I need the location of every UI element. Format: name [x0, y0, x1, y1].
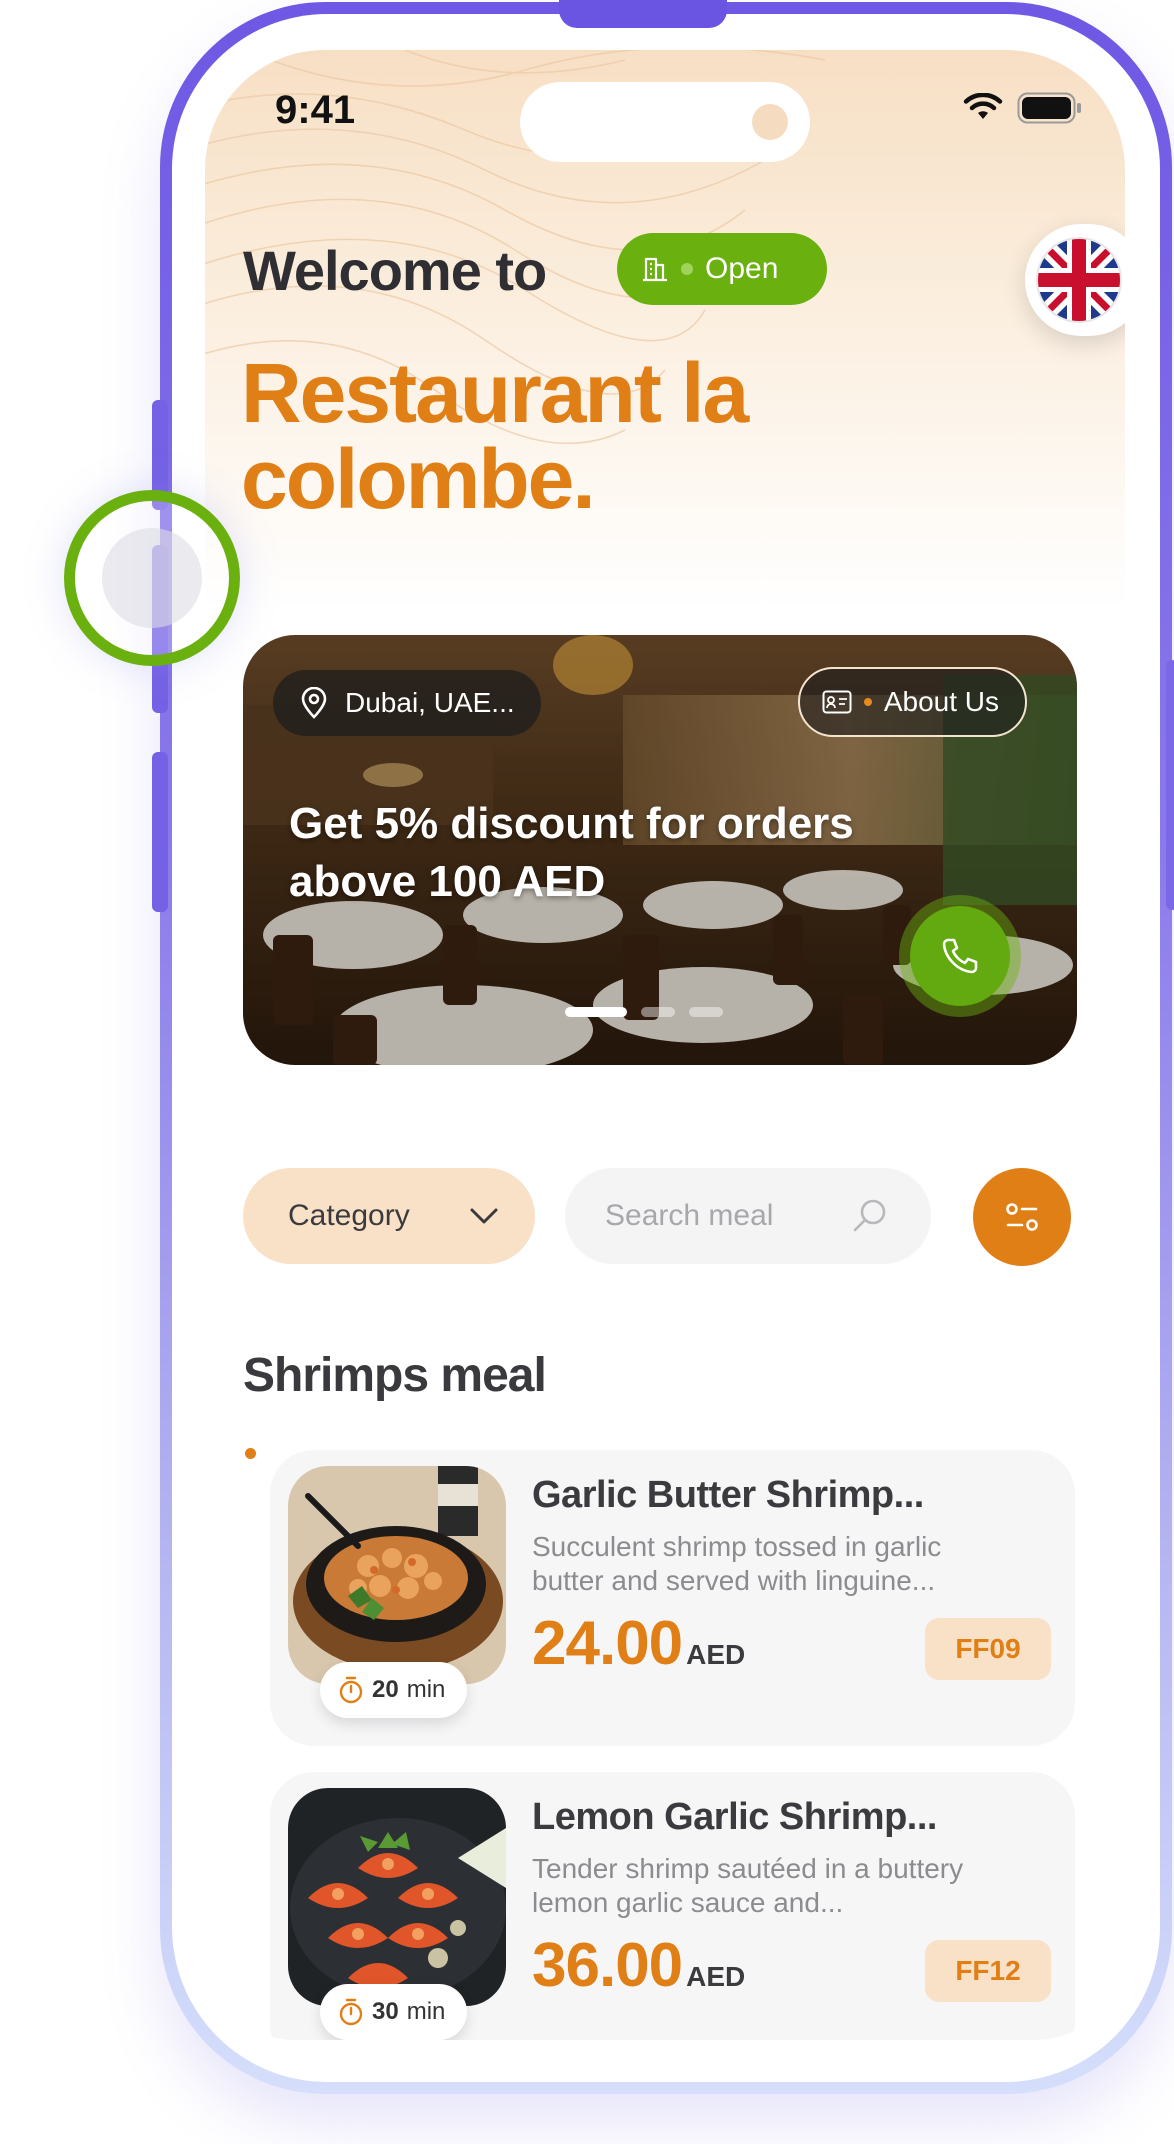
side-button-power	[1166, 660, 1174, 910]
prep-time-pill: 20 min	[320, 1662, 468, 1718]
touch-indicator	[64, 490, 240, 666]
about-us-label: About Us	[883, 686, 999, 717]
language-switcher[interactable]	[1025, 224, 1125, 336]
section-indicator-dot	[245, 1448, 256, 1459]
open-status-badge: Open	[617, 233, 827, 305]
price-currency: AED	[686, 1961, 746, 1992]
prep-time-unit: min	[406, 1998, 446, 2025]
price-amount: 24.00	[532, 1609, 683, 1678]
status-icons	[963, 92, 1083, 124]
status-time: 9:41	[275, 88, 356, 132]
prep-time-unit: min	[406, 1676, 446, 1703]
prep-time-pill: 30 min	[320, 1984, 468, 2040]
timer-icon	[339, 1676, 363, 1704]
meal-photo	[288, 1788, 506, 2006]
meal-description: Tender shrimp sautéed in a buttery lemon…	[532, 1853, 964, 1918]
shrimp-dish-image	[288, 1466, 506, 1684]
location-pill[interactable]: Dubai, UAE...	[273, 670, 541, 736]
search-icon[interactable]	[851, 1197, 889, 1235]
meal-card[interactable]: 30 min Lemon Garlic Shrimp... Tender shr…	[270, 1772, 1075, 2040]
category-dropdown[interactable]: Category	[243, 1168, 535, 1264]
meal-code-badge: FF12	[925, 1940, 1051, 2002]
meal-name: Garlic Butter Shrimp...	[532, 1474, 924, 1516]
side-button-volume-down	[152, 752, 168, 912]
chevron-down-icon	[470, 1208, 498, 1224]
building-icon	[643, 257, 667, 282]
section-title: Shrimps meal	[243, 1349, 547, 1402]
open-dot	[681, 263, 693, 275]
welcome-text: Welcome to	[243, 239, 547, 302]
prep-time-value: 30	[372, 1998, 399, 2025]
price-currency: AED	[686, 1639, 746, 1670]
camera-dot	[752, 104, 788, 140]
meal-photo	[288, 1466, 506, 1684]
frame-top-notch	[559, 0, 727, 28]
dynamic-island	[520, 82, 810, 162]
prep-time-value: 20	[372, 1676, 399, 1703]
call-button-inner	[910, 906, 1010, 1006]
search-box[interactable]	[565, 1168, 931, 1264]
call-button[interactable]	[899, 895, 1021, 1017]
meal-price: 36.00 AED	[532, 1930, 745, 2001]
battery-icon	[1017, 92, 1081, 124]
promo-banner[interactable]: Dubai, UAE... About Us Get 5% discount f…	[243, 635, 1077, 1065]
timer-icon	[339, 1998, 363, 2026]
about-us-button[interactable]: About Us	[797, 667, 1027, 737]
uk-flag-icon	[1036, 237, 1122, 323]
carousel-dot-active[interactable]	[565, 1007, 627, 1017]
wifi-icon	[963, 93, 1003, 119]
price-amount: 36.00	[532, 1931, 683, 2000]
about-dot	[863, 698, 872, 706]
meal-description: Succulent shrimp tossed in garlic butter…	[532, 1531, 942, 1596]
filter-icon	[1006, 1203, 1038, 1231]
carousel-dot[interactable]	[641, 1007, 675, 1017]
category-label: Category	[288, 1199, 410, 1232]
id-card-icon	[822, 690, 852, 714]
open-status-label: Open	[705, 252, 779, 285]
location-label: Dubai, UAE...	[345, 687, 515, 718]
promo-text: Get 5% discount for orders above 100 AED	[289, 799, 854, 906]
meal-price: 24.00 AED	[532, 1608, 745, 1679]
meal-code-badge: FF09	[925, 1618, 1051, 1680]
location-pin-icon	[301, 687, 327, 719]
shrimp-dish-image	[288, 1788, 506, 2006]
meal-name: Lemon Garlic Shrimp...	[532, 1796, 937, 1838]
meal-card[interactable]: 20 min Garlic Butter Shrimp... Succulent…	[270, 1450, 1075, 1746]
carousel-indicator	[565, 1007, 723, 1017]
restaurant-name: Restaurant la colombe.	[241, 346, 749, 526]
touch-indicator-core	[102, 528, 202, 628]
search-input[interactable]	[605, 1199, 825, 1233]
app-screen: 9:41 Welcome to Open Restaurant la colom…	[205, 50, 1125, 2040]
carousel-dot[interactable]	[689, 1007, 723, 1017]
filter-button[interactable]	[973, 1168, 1071, 1266]
phone-icon	[942, 938, 978, 974]
